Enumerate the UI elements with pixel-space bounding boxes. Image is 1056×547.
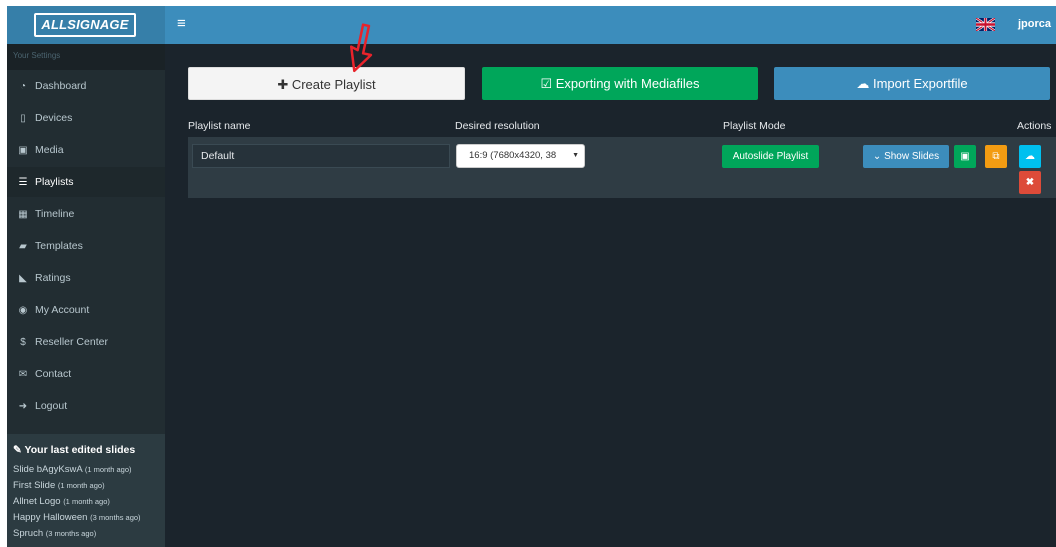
calendar-icon: ▦ <box>18 209 28 220</box>
sidebar-item-label: My Account <box>35 304 90 316</box>
sidebar-item-dashboard[interactable]: ◔ Dashboard <box>7 71 165 101</box>
uk-flag-icon[interactable] <box>976 18 995 31</box>
chevron-down-icon: ⌄ <box>872 151 885 162</box>
column-header-actions: Actions <box>1017 120 1052 132</box>
sign-out-icon: ➜ <box>18 401 28 412</box>
top-navbar: ALLSIGNAGE ≡ jporca <box>7 6 1056 44</box>
recent-slide-link[interactable]: Slide bAgyKswA (1 month ago) <box>13 464 163 475</box>
export-playlist-button[interactable]: ☁ <box>1019 145 1041 168</box>
menu-toggle-icon[interactable]: ≡ <box>177 15 186 33</box>
sidebar-item-logout[interactable]: ➜ Logout <box>7 391 165 421</box>
sidebar: Your Settings ◔ Dashboard ▯ Devices ▣ Media… <box>7 44 165 547</box>
sidebar-header: Your Settings <box>7 44 165 70</box>
sidebar-item-devices[interactable]: ▯ Devices <box>7 103 165 133</box>
brand-area[interactable]: ALLSIGNAGE <box>7 6 165 44</box>
save-playlist-button[interactable]: ▣ <box>954 145 976 168</box>
playlist-name-input[interactable]: Default <box>192 144 450 168</box>
cloud-upload-icon: ☁ <box>1025 151 1035 162</box>
column-header-name: Playlist name <box>188 120 251 132</box>
delete-playlist-button[interactable]: ✖ <box>1019 171 1041 194</box>
sidebar-item-my-account[interactable]: ◉ My Account <box>7 295 165 325</box>
checkbox-checked-icon: ☑ <box>540 76 556 91</box>
image-icon: ▣ <box>18 145 28 156</box>
resolution-value: 16:9 (7680x4320, 38 <box>469 150 557 161</box>
sidebar-item-ratings[interactable]: ◣ Ratings <box>7 263 165 293</box>
sidebar-item-templates[interactable]: ▰ Templates <box>7 231 165 261</box>
sidebar-item-label: Ratings <box>35 272 71 284</box>
sidebar-item-timeline[interactable]: ▦ Timeline <box>7 199 165 229</box>
sidebar-item-label: Dashboard <box>35 80 87 92</box>
playlist-row: Default 16:9 (7680x4320, 38 ▼ Autoslide … <box>188 137 1056 198</box>
sidebar-item-label: Media <box>35 144 64 156</box>
sidebar-item-playlists[interactable]: ☰ Playlists <box>7 167 165 197</box>
app-window: ALLSIGNAGE ≡ jporca Your Settings ◔ Dashb… <box>7 6 1056 547</box>
create-playlist-button[interactable]: ✚ Create Playlist <box>188 67 465 100</box>
user-menu[interactable]: jporca <box>1018 18 1051 30</box>
copy-playlist-button[interactable]: ⧉ <box>985 145 1007 168</box>
recent-slides-panel: ✎ Your last edited slides Slide bAgyKswA… <box>7 434 165 547</box>
sidebar-item-label: Templates <box>35 240 83 252</box>
user-circle-icon: ◉ <box>18 305 28 316</box>
dollar-icon: $ <box>20 337 26 348</box>
export-mediafiles-toggle[interactable]: ☑ Exporting with Mediafiles <box>482 67 758 100</box>
sidebar-item-media[interactable]: ▣ Media <box>7 135 165 165</box>
sidebar-item-label: Contact <box>35 368 72 380</box>
column-header-resolution: Desired resolution <box>455 120 540 132</box>
recent-slide-link[interactable]: Allnet Logo (1 month ago) <box>13 496 163 507</box>
sidebar-item-label: Playlists <box>35 176 74 188</box>
cloud-upload-icon: ☁ <box>856 76 873 91</box>
folder-icon: ▰ <box>19 241 27 252</box>
area-chart-icon: ◣ <box>19 273 27 284</box>
save-icon: ▣ <box>960 151 970 162</box>
recent-slides-title: ✎ Your last edited slides <box>13 444 136 456</box>
column-header-mode: Playlist Mode <box>723 120 786 132</box>
resolution-select[interactable]: 16:9 (7680x4320, 38 ▼ <box>456 144 585 168</box>
recent-slide-link[interactable]: First Slide (1 month ago) <box>13 480 163 491</box>
copy-icon: ⧉ <box>992 151 1000 162</box>
username: jporca <box>1018 18 1052 30</box>
recent-slide-link[interactable]: Spruch (3 months ago) <box>13 528 163 539</box>
import-exportfile-button[interactable]: ☁ Import Exportfile <box>774 67 1050 100</box>
sidebar-item-label: Logout <box>35 400 68 412</box>
annotation-arrow-icon <box>349 23 373 73</box>
show-slides-button[interactable]: ⌄ Show Slides <box>863 145 949 168</box>
tablet-icon: ▯ <box>20 113 26 124</box>
logo[interactable]: ALLSIGNAGE <box>34 13 136 37</box>
close-icon: ✖ <box>1025 177 1035 188</box>
playlist-mode-button[interactable]: Autoslide Playlist <box>722 145 819 168</box>
recent-slide-link[interactable]: Happy Halloween (3 months ago) <box>13 512 163 523</box>
sidebar-item-label: Reseller Center <box>35 336 108 348</box>
sidebar-item-reseller-center[interactable]: $ Reseller Center <box>7 327 165 357</box>
dashboard-icon: ◔ <box>19 81 27 92</box>
sidebar-item-label: Timeline <box>35 208 75 220</box>
envelope-icon: ✉ <box>18 369 28 380</box>
sidebar-item-contact[interactable]: ✉ Contact <box>7 359 165 389</box>
plus-icon: ✚ <box>277 77 292 92</box>
caret-down-icon: ▼ <box>569 145 579 167</box>
edit-icon: ✎ <box>13 444 25 456</box>
list-icon: ☰ <box>18 177 28 188</box>
sidebar-item-label: Devices <box>35 112 73 124</box>
